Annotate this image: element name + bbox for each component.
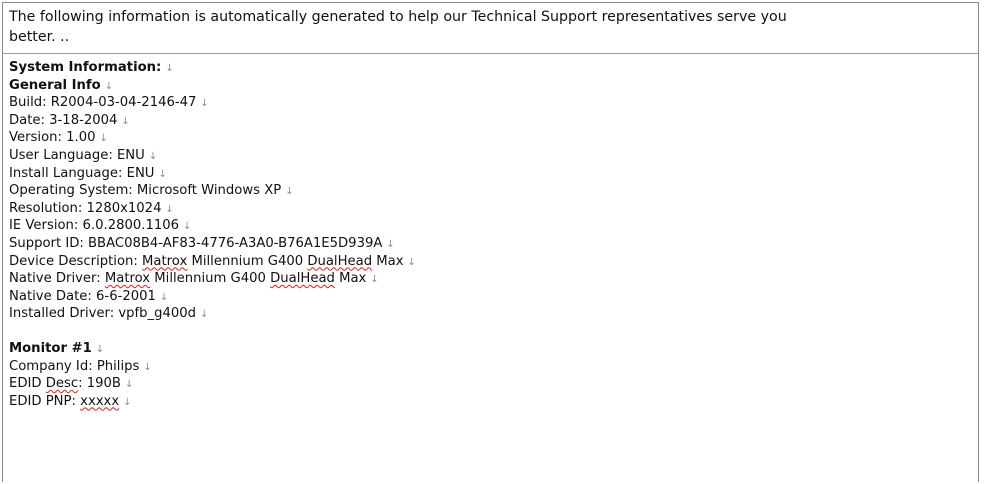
paragraph-mark: ↓ [370,274,379,286]
intro-text: The following information is automatical… [3,3,978,53]
paragraph-mark: ↓ [95,343,105,355]
spellcheck-word: DualHead [270,271,335,287]
native-date-line: Native Date: 6-6-2001 ↓ [9,288,169,304]
paragraph-mark: ↓ [285,186,294,198]
spellcheck-word: DualHead [307,253,373,269]
paragraph-mark: ↓ [124,379,134,391]
operating-system-line: Operating System: Microsoft Windows XP ↓ [9,183,294,199]
install-language-line: Install Language: ENU ↓ [9,165,167,181]
intro-line-2: better. .. [9,29,70,45]
paragraph-mark: ↓ [200,98,209,110]
paragraph-mark: ↓ [407,256,416,268]
edid-pnp-line: EDID PNP: xxxxx ↓ [9,393,132,409]
user-language-line: User Language: ENU ↓ [9,147,158,163]
paragraph-mark: ↓ [99,133,108,145]
build-line: Build: R2004-03-04-2146-47 ↓ [9,95,209,111]
native-driver-line: Native Driver: Matrox Millennium G400 Du… [9,271,379,287]
paragraph-mark: ↓ [123,396,132,408]
spellcheck-word: Matrox [104,271,151,287]
spellcheck-word: xxxxx [80,393,120,409]
paragraph-mark: ↓ [159,291,169,303]
paragraph-mark: ↓ [158,168,167,180]
paragraph-mark: ↓ [104,80,114,92]
paragraph-mark: ↓ [143,361,152,373]
paragraph-mark: ↓ [386,238,395,250]
paragraph-mark: ↓ [183,221,192,233]
date-line: Date: 3-18-2004 ↓ [9,112,130,128]
paragraph-mark: ↓ [121,115,130,127]
paragraph-mark: ↓ [148,150,158,162]
support-id-line: Support ID: BBAC08B4-AF83-4776-A3A0-B76A… [9,235,395,251]
general-info-heading: General Info ↓ [9,77,114,93]
ie-version-line: IE Version: 6.0.2800.1106 ↓ [9,218,192,234]
support-info-document: The following information is automatical… [2,2,979,482]
spellcheck-word: Matrox [142,253,188,269]
monitor-heading: Monitor #1 ↓ [9,340,105,356]
version-line: Version: 1.00 ↓ [9,130,108,146]
installed-driver-line: Installed Driver: vpfb_g400d ↓ [9,306,209,322]
system-details: System Information: ↓ General Info ↓ Build… [3,54,978,411]
paragraph-mark: ↓ [165,203,174,215]
edid-desc-line: EDID Desc: 190B ↓ [9,376,134,392]
company-id-line: Company Id: Philips ↓ [9,358,152,374]
resolution-line: Resolution: 1280x1024 ↓ [9,200,174,216]
system-information-heading: System Information: ↓ [9,60,174,75]
paragraph-mark: ↓ [200,309,209,321]
spellcheck-word: Desc [45,376,79,392]
paragraph-mark: ↓ [165,63,174,74]
intro-line-1: The following information is automatical… [9,9,787,25]
device-description-line: Device Description: Matrox Millennium G4… [9,253,416,269]
